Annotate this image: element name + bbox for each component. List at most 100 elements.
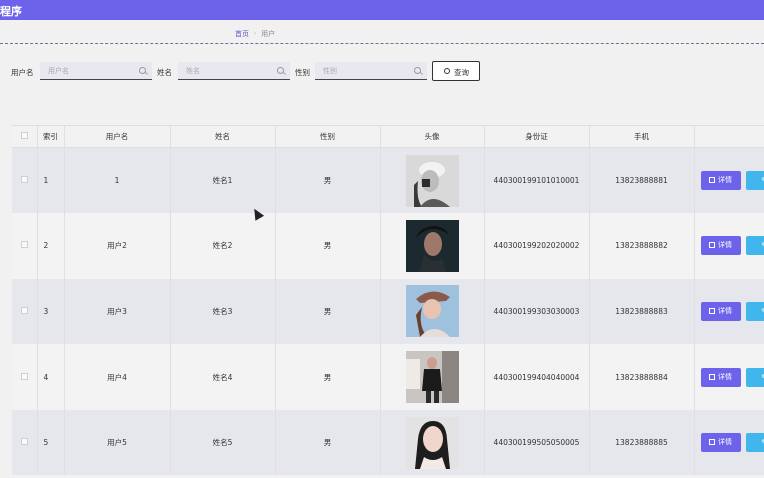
divider bbox=[0, 43, 764, 44]
avatar-cell bbox=[380, 147, 485, 214]
detail-button[interactable]: 详情 bbox=[700, 367, 741, 387]
table-row: 2 用户2 姓名2 男 440300199202020002 138238888… bbox=[12, 213, 764, 279]
phone-cell: 13823888884 bbox=[589, 344, 695, 410]
table-row: 1 1 姓名1 男 440300199101010001 13823888881… bbox=[12, 147, 764, 214]
edit-button[interactable]: ✎ bbox=[745, 301, 764, 321]
document-icon bbox=[709, 307, 715, 314]
index-cell: 1 bbox=[37, 147, 65, 214]
search-icon bbox=[414, 67, 421, 74]
document-icon bbox=[709, 373, 715, 380]
name-cell: 姓名1 bbox=[170, 147, 276, 214]
gender-cell: 男 bbox=[275, 344, 381, 410]
actions-cell: 详情 ✎ bbox=[694, 147, 764, 214]
breadcrumb: 首页 ◦ 用户 bbox=[235, 29, 275, 39]
username-cell: 用户3 bbox=[64, 278, 171, 345]
edit-button[interactable]: ✎ bbox=[745, 433, 764, 453]
avatar bbox=[405, 351, 459, 404]
avatar-cell bbox=[380, 213, 485, 279]
username-placeholder: 用户名 bbox=[48, 67, 69, 75]
column-header: 姓名 bbox=[170, 125, 276, 148]
edit-button[interactable]: ✎ bbox=[745, 367, 764, 387]
avatar bbox=[405, 154, 459, 207]
gender-placeholder: 性别 bbox=[323, 67, 337, 75]
phone-cell: 13823888883 bbox=[589, 278, 695, 345]
username-cell: 用户5 bbox=[64, 409, 171, 476]
id-card-cell: 440300199505050005 bbox=[484, 409, 590, 476]
search-icon bbox=[444, 68, 450, 74]
id-card-cell: 440300199101010001 bbox=[484, 147, 590, 214]
column-header bbox=[694, 125, 764, 148]
actions-cell: 详情 ✎ bbox=[694, 213, 764, 279]
row-checkbox[interactable] bbox=[20, 306, 28, 314]
document-icon bbox=[709, 242, 715, 249]
name-placeholder: 姓名 bbox=[186, 67, 200, 75]
index-cell: 2 bbox=[37, 213, 65, 279]
phone-cell: 13823888882 bbox=[589, 213, 695, 279]
detail-button[interactable]: 详情 bbox=[700, 171, 741, 191]
actions-cell: 详情 ✎ bbox=[694, 409, 764, 476]
actions-cell: 详情 ✎ bbox=[694, 344, 764, 410]
name-cell: 姓名2 bbox=[170, 213, 276, 279]
row-checkbox[interactable] bbox=[20, 176, 28, 184]
gender-input[interactable]: 性别 bbox=[315, 62, 427, 80]
search-icon bbox=[139, 67, 146, 74]
avatar-cell bbox=[380, 278, 485, 345]
gender-cell: 男 bbox=[275, 409, 381, 476]
phone-cell: 13823888881 bbox=[589, 147, 695, 214]
edit-button[interactable]: ✎ bbox=[745, 236, 764, 256]
username-cell: 1 bbox=[64, 147, 171, 214]
row-checkbox[interactable] bbox=[20, 372, 28, 380]
table-row: 3 用户3 姓名3 男 440300199303030003 138238888… bbox=[12, 278, 764, 345]
document-icon bbox=[709, 177, 715, 184]
user-table: 索引 用户名 姓名 性别 头像 身份证 手机 1 1 姓名1 男 4403001… bbox=[12, 125, 764, 476]
detail-button[interactable]: 详情 bbox=[700, 236, 741, 256]
row-checkbox[interactable] bbox=[20, 241, 28, 249]
select-all-checkbox[interactable] bbox=[20, 132, 28, 139]
avatar-cell bbox=[380, 344, 485, 410]
breadcrumb-separator: ◦ bbox=[253, 30, 258, 38]
username-input[interactable]: 用户名 bbox=[40, 62, 152, 80]
name-cell: 姓名5 bbox=[170, 409, 276, 476]
edit-button[interactable]: ✎ bbox=[745, 171, 764, 191]
query-button-label: 查询 bbox=[454, 68, 469, 77]
name-label: 姓名 bbox=[157, 68, 172, 77]
row-checkbox[interactable] bbox=[20, 438, 28, 446]
detail-button[interactable]: 详情 bbox=[700, 301, 741, 321]
table-row: 5 用户5 姓名5 男 440300199505050005 138238888… bbox=[12, 409, 764, 476]
detail-button-label: 详情 bbox=[718, 372, 732, 381]
avatar bbox=[405, 219, 459, 272]
id-card-cell: 440300199404040004 bbox=[484, 344, 590, 410]
username-cell: 用户4 bbox=[64, 344, 171, 410]
column-header: 索引 bbox=[37, 125, 65, 148]
index-cell: 3 bbox=[37, 278, 65, 345]
breadcrumb-home[interactable]: 首页 bbox=[235, 30, 249, 38]
index-cell: 4 bbox=[37, 344, 65, 410]
gender-cell: 男 bbox=[275, 278, 381, 345]
table-header: 索引 用户名 姓名 性别 头像 身份证 手机 bbox=[12, 125, 764, 148]
username-cell: 用户2 bbox=[64, 213, 171, 279]
id-card-cell: 440300199303030003 bbox=[484, 278, 590, 345]
gender-cell: 男 bbox=[275, 213, 381, 279]
column-header: 用户名 bbox=[64, 125, 171, 148]
id-card-cell: 440300199202020002 bbox=[484, 213, 590, 279]
column-header: 性别 bbox=[275, 125, 381, 148]
phone-cell: 13823888885 bbox=[589, 409, 695, 476]
table-row: 4 用户4 姓名4 男 440300199404040004 138238888… bbox=[12, 344, 764, 410]
breadcrumb-current: 用户 bbox=[261, 30, 276, 38]
app-title: 程序 bbox=[0, 5, 22, 18]
filter-bar: 用户名 用户名 姓名 姓名 性别 性别 查询 bbox=[0, 60, 764, 82]
detail-button[interactable]: 详情 bbox=[700, 433, 741, 453]
query-button[interactable]: 查询 bbox=[432, 61, 480, 81]
column-header: 头像 bbox=[380, 125, 485, 148]
name-cell: 姓名3 bbox=[170, 278, 276, 345]
avatar bbox=[405, 416, 459, 469]
name-input[interactable]: 姓名 bbox=[178, 62, 290, 80]
detail-button-label: 详情 bbox=[718, 438, 732, 447]
top-bar: 程序 bbox=[0, 0, 764, 20]
select-all-cell[interactable] bbox=[12, 125, 38, 148]
username-label: 用户名 bbox=[11, 68, 34, 77]
detail-button-label: 详情 bbox=[718, 306, 732, 315]
actions-cell: 详情 ✎ bbox=[694, 278, 764, 345]
detail-button-label: 详情 bbox=[718, 176, 732, 185]
column-header: 身份证 bbox=[484, 125, 590, 148]
